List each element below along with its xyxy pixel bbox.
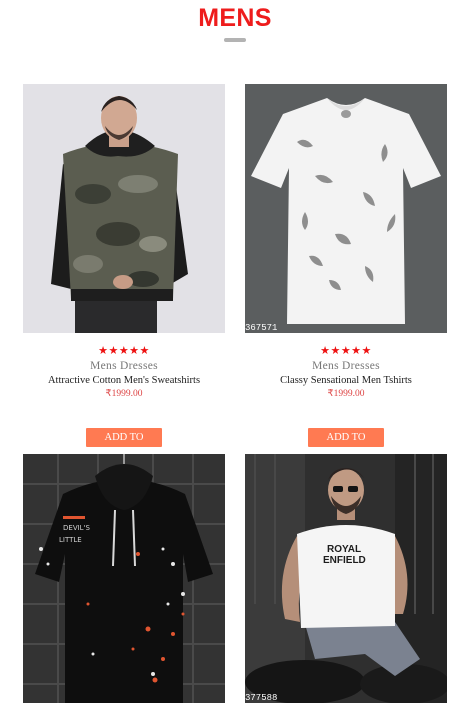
section-title: MENS: [198, 4, 272, 32]
rating-stars: ★★★★★: [98, 344, 150, 357]
add-to-cart-button[interactable]: ADD TO CART: [86, 428, 162, 462]
svg-text:DEVIL'S: DEVIL'S: [63, 524, 90, 532]
image-code: 367571: [245, 323, 277, 333]
product-category: Mens Dresses: [90, 360, 158, 372]
product-price: ₹1999.00: [327, 389, 365, 399]
product-image-splatter-hoodie[interactable]: DEVIL'S LITTLE: [23, 454, 225, 703]
product-name[interactable]: Classy Sensational Men Tshirts: [245, 375, 447, 386]
product-image-royal-enfield-tshirt[interactable]: ROYAL ENFIELD 377588: [245, 454, 447, 703]
shirt-print: ENFIELD: [323, 555, 366, 566]
add-to-cart-button[interactable]: ADD TO CART: [308, 428, 384, 462]
title-divider: [224, 38, 246, 42]
product-info: ★★★★★ Mens Dresses Classy Sensational Me…: [245, 344, 447, 399]
image-code: 377588: [245, 693, 277, 703]
svg-text:LITTLE: LITTLE: [59, 536, 82, 544]
product-info: ★★★★★ Mens Dresses Attractive Cotton Men…: [23, 344, 225, 399]
shirt-print: ROYAL: [327, 544, 361, 555]
rating-stars: ★★★★★: [320, 344, 372, 357]
product-image-camo-hoodie[interactable]: [23, 84, 225, 333]
product-name[interactable]: Attractive Cotton Men's Sweatshirts: [23, 375, 225, 386]
product-image-feather-tshirt[interactable]: 367571: [245, 84, 447, 333]
product-price: ₹1999.00: [105, 389, 143, 399]
product-category: Mens Dresses: [312, 360, 380, 372]
